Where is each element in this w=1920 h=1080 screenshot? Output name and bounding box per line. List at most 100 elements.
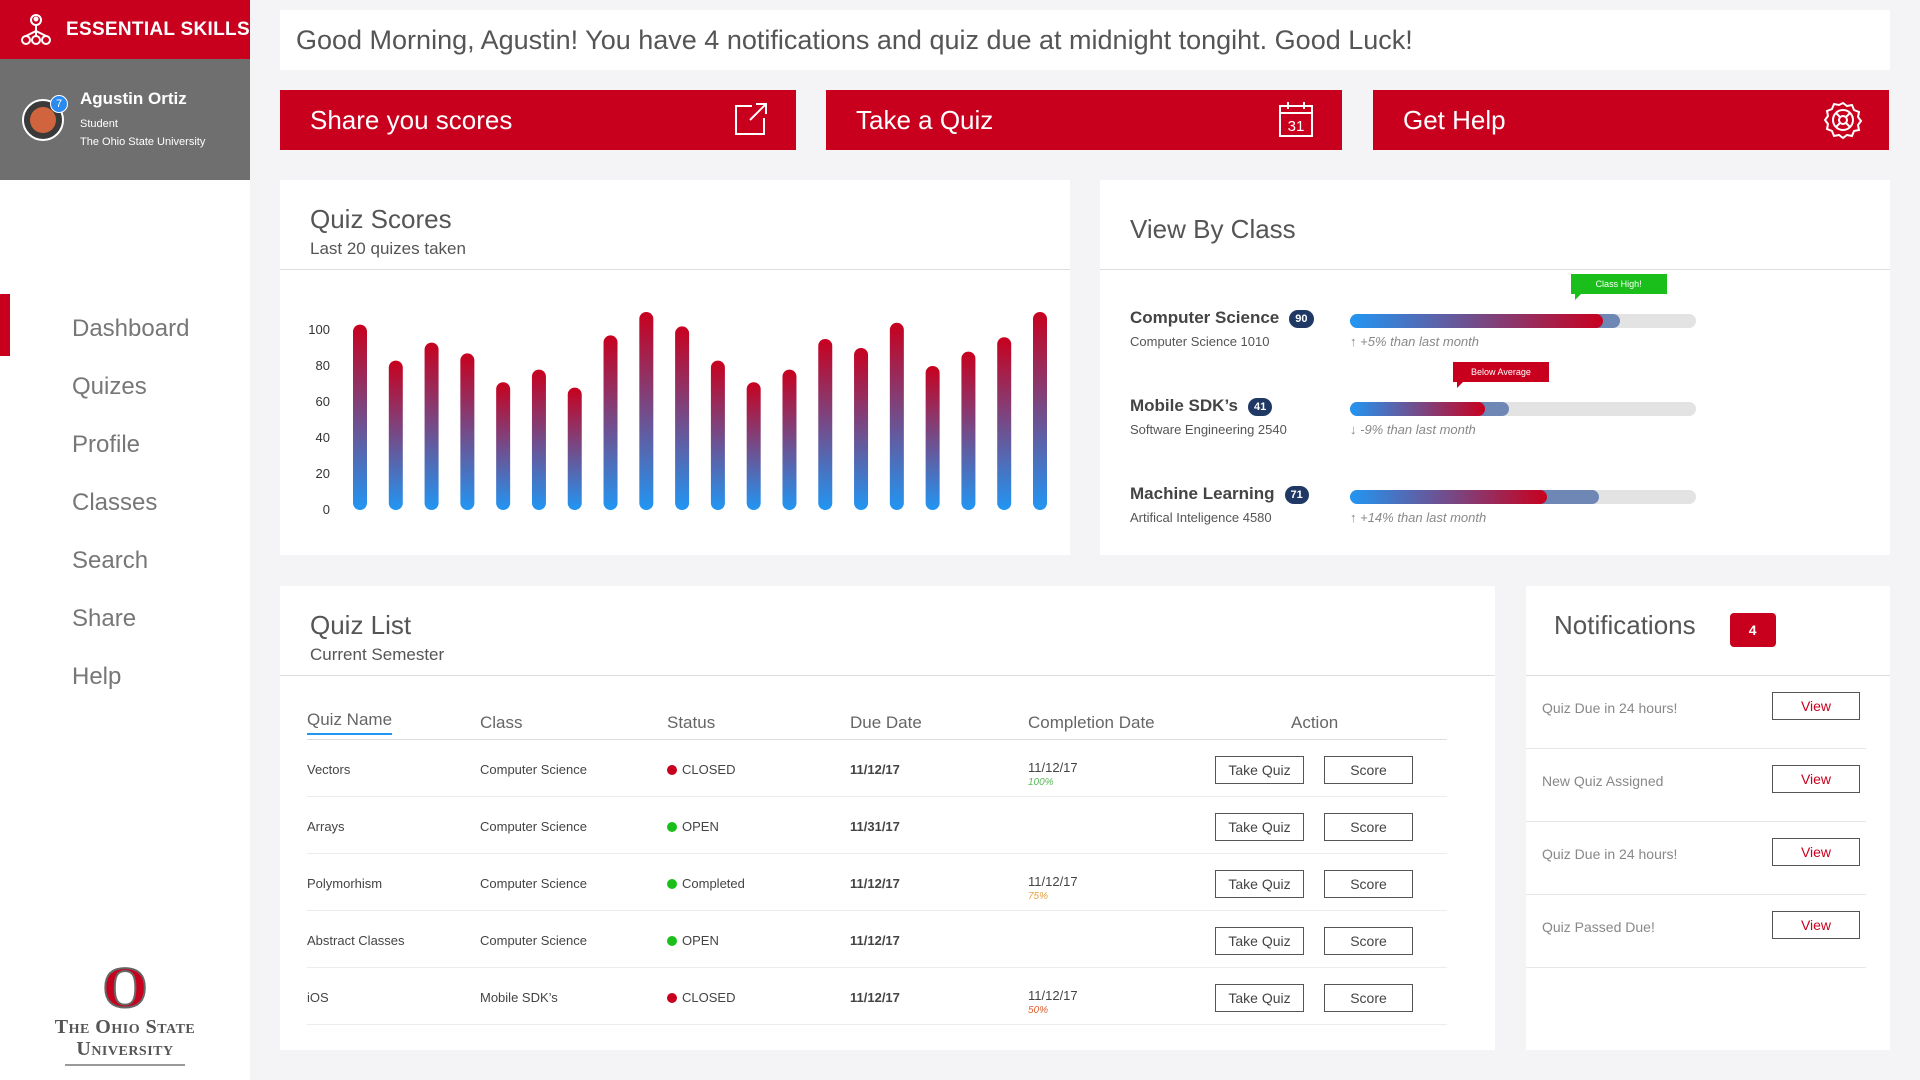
nav-item-classes[interactable]: Classes <box>0 474 250 532</box>
nav-item-search[interactable]: Search <box>0 532 250 590</box>
score-bar[interactable] <box>460 353 475 510</box>
score-bar[interactable] <box>496 382 511 510</box>
score-bar[interactable] <box>925 366 940 510</box>
class-row[interactable]: Computer Science 90 Computer Science 1010 ↑… <box>1130 274 1920 368</box>
take-quiz-row-button[interactable]: Take Quiz <box>1215 813 1304 841</box>
notification-view-button[interactable]: View <box>1772 765 1860 793</box>
class-trend: ↓ -9% than last month <box>1350 422 1476 437</box>
notification-text: Quiz Due in 24 hours! <box>1542 846 1678 862</box>
score-bar[interactable] <box>854 348 869 510</box>
column-header-action: Action <box>1291 712 1339 732</box>
score-bar[interactable] <box>782 369 797 510</box>
score-row-button[interactable]: Score <box>1324 927 1413 955</box>
score-bar[interactable] <box>889 322 904 510</box>
user-school: The Ohio State University <box>80 135 206 148</box>
score-bar[interactable] <box>746 382 761 510</box>
column-header-completion-date[interactable]: Completion Date <box>1028 713 1155 733</box>
notifications-header: Notifications 4 <box>1526 586 1890 676</box>
score-bar[interactable] <box>567 387 582 510</box>
nav-item-dashboard[interactable]: Dashboard <box>0 294 250 358</box>
avatar[interactable]: 7 <box>22 94 68 141</box>
take-quiz-label: Take a Quiz <box>856 104 994 135</box>
quiz-scores-title: Quiz Scores <box>310 204 452 234</box>
score-row-button[interactable]: Score <box>1324 756 1413 784</box>
table-row[interactable]: Vectors Computer Science CLOSED 11/12/17 11/… <box>307 740 1447 797</box>
take-quiz-row-button[interactable]: Take Quiz <box>1215 984 1304 1012</box>
table-row[interactable]: iOS Mobile SDK’s CLOSED 11/12/17 11/12/17 50%… <box>307 968 1447 1025</box>
quiz-class-cell: Computer Science <box>480 819 587 834</box>
nav-item-quizes[interactable]: Quizes <box>0 358 250 416</box>
quiz-class-cell: Mobile SDK’s <box>480 990 558 1005</box>
class-name: Machine Learning 71 <box>1130 484 1309 504</box>
quiz-due-date-cell: 11/31/17 <box>850 819 900 834</box>
notification-view-button[interactable]: View <box>1772 692 1860 720</box>
class-score-badge: 90 <box>1289 309 1314 328</box>
take-quiz-row-button[interactable]: Take Quiz <box>1215 870 1304 898</box>
score-bar[interactable] <box>710 360 725 510</box>
help-gear-icon <box>1823 101 1863 140</box>
notification-item: Quiz Passed Due! View <box>1526 895 1866 968</box>
class-name: Mobile SDK’s 41 <box>1130 396 1273 416</box>
take-quiz-row-button[interactable]: Take Quiz <box>1215 927 1304 955</box>
table-row[interactable]: Polymorhism Computer Science Completed 11/1… <box>307 854 1447 911</box>
table-row[interactable]: Arrays Computer Science OPEN 11/31/17 Take Q… <box>307 797 1447 854</box>
notification-view-button[interactable]: View <box>1772 838 1860 866</box>
score-bar[interactable] <box>603 335 618 510</box>
status-dot-icon <box>667 993 677 1003</box>
class-score-badge: 71 <box>1284 485 1309 504</box>
quiz-table-header: Quiz Name Class Status Due Date Completi… <box>307 706 1447 740</box>
quiz-status-cell: OPEN <box>667 819 719 834</box>
score-bar[interactable] <box>353 324 367 510</box>
notifications-count-badge[interactable]: 4 <box>1729 612 1776 647</box>
score-bar[interactable] <box>1033 312 1047 510</box>
score-bar[interactable] <box>675 326 690 510</box>
score-bar[interactable] <box>961 351 976 510</box>
column-header-quiz-name[interactable]: Quiz Name <box>307 710 393 735</box>
brand-header[interactable]: ESSENTIAL SKILLS <box>0 0 250 59</box>
view-by-class-header: View By Class <box>1100 180 1890 270</box>
nav-item-help[interactable]: Help <box>0 648 250 706</box>
class-flag-tag: Below Average <box>1452 362 1549 388</box>
quiz-status-cell: Completed <box>667 876 745 891</box>
notification-view-button[interactable]: View <box>1772 911 1860 939</box>
avatar-badge: 7 <box>50 94 68 113</box>
score-bar[interactable] <box>424 342 439 510</box>
score-row-button[interactable]: Score <box>1324 870 1413 898</box>
osu-logo: O The Ohio State University <box>30 958 220 1066</box>
column-header-status[interactable]: Status <box>667 713 715 733</box>
nav-item-share[interactable]: Share <box>0 590 250 648</box>
user-card[interactable]: 7 Agustin Ortiz Student The Ohio State U… <box>0 59 250 180</box>
class-course: Software Engineering 2540 <box>1130 422 1287 437</box>
score-bar[interactable] <box>997 337 1012 510</box>
score-row-button[interactable]: Score <box>1324 813 1413 841</box>
calendar-icon: 31 <box>1279 102 1313 137</box>
score-row-button[interactable]: Score <box>1324 984 1413 1012</box>
score-bar[interactable] <box>388 360 403 510</box>
osu-logo-line1: The Ohio State <box>54 1016 196 1038</box>
greeting-banner: Good Morning, Agustin! You have 4 notifi… <box>280 10 1890 70</box>
user-name: Agustin Ortiz <box>80 88 187 108</box>
quiz-list-header: Quiz List Current Semester <box>280 586 1495 676</box>
column-header-class[interactable]: Class <box>480 713 523 733</box>
share-scores-label: Share you scores <box>310 104 513 135</box>
column-header-due-date[interactable]: Due Date <box>850 713 922 733</box>
user-role: Student <box>80 117 118 130</box>
take-quiz-row-button[interactable]: Take Quiz <box>1215 756 1304 784</box>
quiz-name-cell: iOS <box>307 990 329 1005</box>
class-course: Artifical Inteligence 4580 <box>1130 510 1272 525</box>
class-row[interactable]: Mobile SDK’s 41 Software Engineering 2540 ↓… <box>1130 362 1920 456</box>
score-bar[interactable] <box>531 369 546 510</box>
nav-item-profile[interactable]: Profile <box>0 416 250 474</box>
y-tick-label: 60 <box>316 394 330 409</box>
table-row[interactable]: Abstract Classes Computer Science OPEN 11/1… <box>307 911 1447 968</box>
notification-text: Quiz Passed Due! <box>1542 919 1655 935</box>
notification-item: Quiz Due in 24 hours! View <box>1526 676 1866 749</box>
take-quiz-button[interactable]: Take a Quiz 31 <box>826 90 1342 150</box>
class-row[interactable]: Machine Learning 71 Artifical Inteligence … <box>1130 484 1920 544</box>
score-bar[interactable] <box>639 312 654 510</box>
notification-text: Quiz Due in 24 hours! <box>1542 700 1678 716</box>
get-help-button[interactable]: Get Help <box>1373 90 1889 150</box>
score-bar[interactable] <box>818 339 833 510</box>
share-scores-button[interactable]: Share you scores <box>280 90 796 150</box>
quiz-due-date-cell: 11/12/17 <box>850 876 900 891</box>
